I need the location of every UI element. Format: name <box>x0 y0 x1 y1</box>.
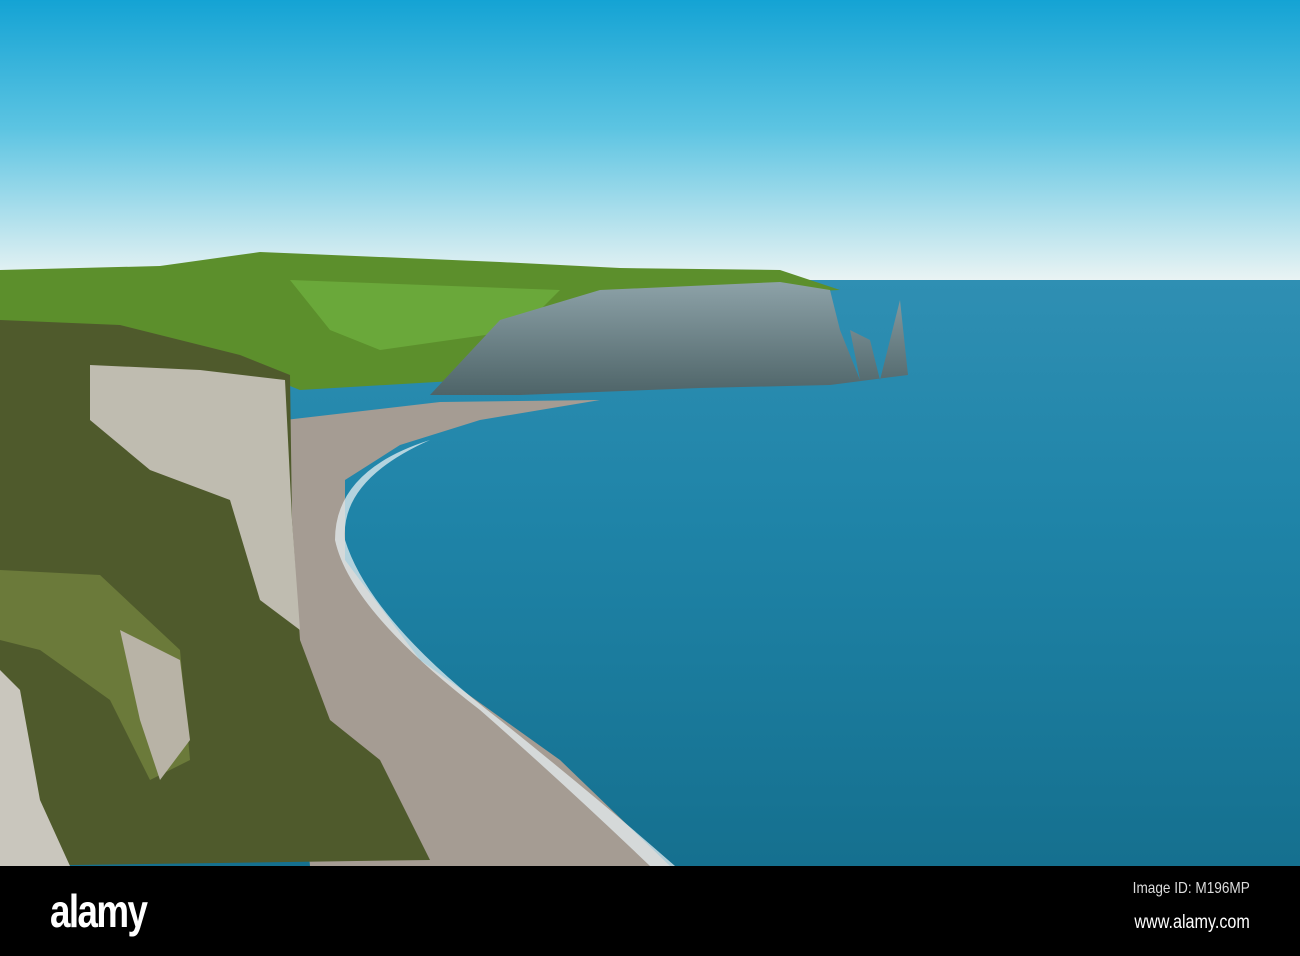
landscape-photo <box>0 0 1300 866</box>
photo-frame: alamy Image ID: M196MP www.alamy.com <box>0 0 1300 956</box>
alamy-url[interactable]: www.alamy.com <box>1135 912 1250 934</box>
sky <box>0 0 1300 285</box>
watermark-bar: alamy Image ID: M196MP www.alamy.com <box>0 866 1300 956</box>
image-id-label: Image ID: M196MP <box>1132 880 1250 897</box>
alamy-logo: alamy <box>50 885 148 937</box>
